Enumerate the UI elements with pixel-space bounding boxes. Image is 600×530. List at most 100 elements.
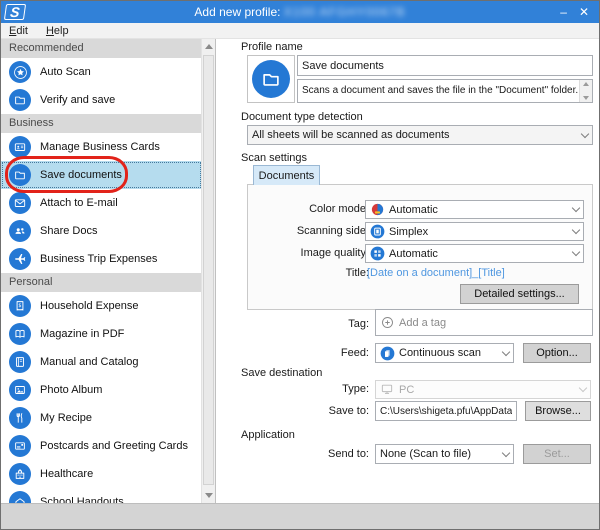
sidebar-section-personal: Personal [1,273,202,292]
color-mode-label: Color mode: [309,203,369,215]
document-type-detection-select[interactable]: All sheets will be scanned as documents [247,125,593,145]
sidebar-item-label: Photo Album [40,384,103,396]
feed-label: Feed: [340,347,369,359]
chevron-down-icon [578,383,588,393]
browse-button[interactable]: Browse... [525,401,591,421]
color-mode-value: Automatic [389,203,438,216]
continuous-scan-icon [380,346,395,361]
close-button[interactable]: ✕ [579,5,589,19]
title-bar: S Add new profile: X100 AFGHY0067B – ✕ [1,1,599,23]
title-format-link[interactable]: [Date on a document]_[Title] [367,267,505,279]
option-button[interactable]: Option... [523,343,591,363]
sidebar-item-manage-business-cards[interactable]: Manage Business Cards [1,133,202,161]
scanning-side-value: Simplex [389,225,429,238]
send-to-label: Send to: [328,448,369,460]
chevron-down-icon [571,203,581,213]
save-to-input[interactable]: C:\Users\shigeta.pfu\AppData\Roaming\PF [375,401,517,421]
sidebar-item-label: Attach to E-mail [40,197,118,209]
open-book-icon [9,323,31,345]
sidebar-scrollbar[interactable] [201,39,215,503]
image-quality-select[interactable]: Automatic [365,244,584,263]
sidebar-item-photo-album[interactable]: Photo Album [1,376,202,404]
photo-icon [9,379,31,401]
document-type-detection-value: All sheets will be scanned as documents [252,129,450,141]
sidebar-item-auto-scan[interactable]: Auto Scan [1,58,202,86]
sidebar-item-verify-and-save[interactable]: Verify and save [1,86,202,114]
svg-text:$: $ [18,303,21,309]
sidebar-item-label: Business Trip Expenses [40,253,158,265]
profile-description-box[interactable]: Scans a document and saves the file in t… [297,79,593,103]
envelope-icon [9,192,31,214]
menu-help[interactable]: Help [46,25,69,37]
scroll-up-icon[interactable] [583,82,589,86]
scansnap-logo-icon: S [3,4,27,20]
sidebar-item-postcards-and-greeting-cards[interactable]: Postcards and Greeting Cards [1,432,202,460]
sidebar-section-business: Business [1,114,202,133]
detailed-settings-label: Detailed settings... [474,288,565,300]
profile-name-input[interactable]: Save documents [297,55,593,76]
scroll-down-icon[interactable] [583,96,589,100]
star-icon [9,61,31,83]
minimize-button[interactable]: – [560,5,567,19]
sidebar-item-healthcare[interactable]: Healthcare [1,460,202,488]
title-label: Title: [345,267,369,279]
feed-value: Continuous scan [399,347,481,359]
utensils-icon [9,407,31,429]
image-quality-icon [370,246,385,261]
scanning-side-select[interactable]: Simplex [365,222,584,241]
feed-select[interactable]: Continuous scan [375,343,514,363]
chevron-down-icon [571,225,581,235]
sidebar-item-manual-and-catalog[interactable]: Manual and Catalog [1,348,202,376]
tag-label: Tag: [348,318,369,330]
sidebar-item-business-trip-expenses[interactable]: Business Trip Expenses [1,245,202,273]
chevron-down-icon [501,347,511,356]
sidebar-item-label: Manage Business Cards [40,141,160,153]
sidebar-item-household-expense[interactable]: $ Household Expense [1,292,202,320]
document-type-detection-label: Document type detection [241,111,363,123]
add-circle-icon[interactable] [380,315,395,330]
window-title-prefix: Add new profile: [194,5,281,19]
sidebar-item-label: Household Expense [40,300,139,312]
sidebar-item-school-handouts[interactable]: School Handouts [1,488,202,503]
profile-name-value: Save documents [302,59,384,72]
sidebar-item-my-recipe[interactable]: My Recipe [1,404,202,432]
sidebar-item-label: My Recipe [40,412,92,424]
sidebar-item-magazine-in-pdf[interactable]: Magazine in PDF [1,320,202,348]
type-value: PC [399,383,415,396]
type-select: PC [375,380,591,399]
profile-template-list: Recommended Auto Scan Verify and save Busin… [1,39,202,503]
set-label: Set... [544,448,570,460]
profile-name-label: Profile name [241,41,303,53]
book-icon [9,351,31,373]
send-to-select[interactable]: None (Scan to file) [375,444,514,464]
scrollbar-thumb[interactable] [203,55,214,485]
image-quality-value: Automatic [389,247,438,260]
window-title: Add new profile: X100 AFGHY0067B [1,5,599,19]
tab-documents[interactable]: Documents [253,165,320,185]
postcard-icon [9,435,31,457]
dialog-footer: Add Cancel [1,503,599,529]
tab-documents-label: Documents [258,169,315,182]
profile-description-text: Scans a document and saves the file in t… [302,85,579,96]
save-to-label: Save to: [328,405,369,417]
profile-icon-button[interactable] [247,55,295,103]
sidebar-item-label: Magazine in PDF [40,328,125,340]
tag-input[interactable]: Add a tag [375,309,593,336]
people-icon [9,220,31,242]
detailed-settings-button[interactable]: Detailed settings... [460,284,579,304]
add-new-profile-dialog: S Add new profile: X100 AFGHY0067B – ✕ E… [0,0,600,530]
window-title-redacted: X100 AFGHY0067B [283,5,406,19]
sidebar-section-recommended: Recommended [1,39,202,58]
sidebar-item-label: Auto Scan [40,66,91,78]
scroll-up-icon[interactable] [202,39,215,54]
profile-template-sidebar: Recommended Auto Scan Verify and save Busin… [1,39,216,503]
scroll-down-icon[interactable] [202,488,215,503]
description-scrollbar[interactable] [579,80,592,102]
color-mode-select[interactable]: Automatic [365,200,584,219]
sidebar-item-save-documents[interactable]: Save documents [1,161,202,189]
sidebar-item-attach-to-e-mail[interactable]: Attach to E-mail [1,189,202,217]
scan-settings-label: Scan settings [241,152,308,164]
menu-edit[interactable]: Edit [9,25,28,37]
sidebar-item-label: Save documents [40,169,122,181]
sidebar-item-share-docs[interactable]: Share Docs [1,217,202,245]
